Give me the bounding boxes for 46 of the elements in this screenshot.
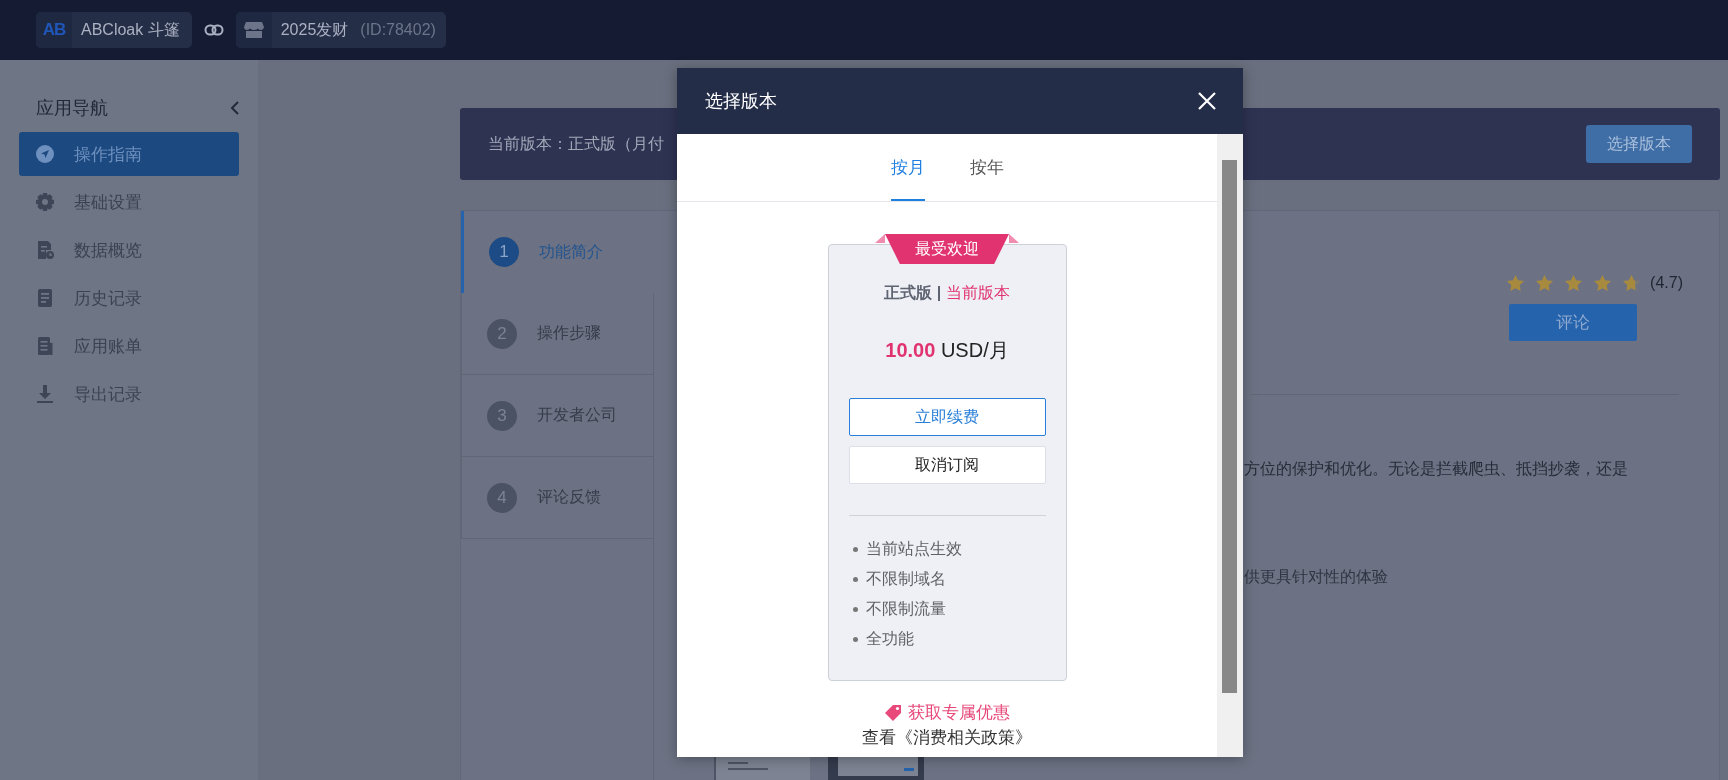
store-icon — [243, 21, 264, 39]
compass-icon — [35, 144, 55, 164]
popular-ribbon: 最受欢迎 — [875, 234, 1019, 264]
description-text: 方位的保护和优化。无论是拦截爬虫、抵挡抄袭，还是 — [1244, 459, 1629, 479]
app-logo: AB — [42, 20, 66, 40]
document-icon — [35, 288, 55, 308]
star-icon — [1507, 275, 1525, 291]
description-text: 供更具针对性的体验 — [1244, 567, 1389, 587]
plan-price: 10.00 USD/月 — [885, 338, 1009, 363]
collapse-icon[interactable] — [230, 100, 240, 116]
rating-value: (4.7) — [1650, 274, 1683, 292]
feature-item: 不限制流量 — [852, 594, 1046, 624]
review-button[interactable]: 评论 — [1509, 304, 1638, 341]
billing-tab[interactable]: 按月 — [890, 134, 925, 201]
star-icon — [1623, 275, 1641, 291]
settings-icon — [35, 192, 55, 212]
modal-title: 选择版本 — [705, 90, 777, 113]
billing-tab[interactable]: 按年 — [969, 134, 1004, 201]
select-version-button[interactable]: 选择版本 — [1586, 125, 1692, 163]
plan-name: 正式版 | 当前版本 — [884, 283, 1010, 303]
star-icon — [1594, 275, 1612, 291]
site-name: 2025发财 — [279, 19, 350, 40]
sidebar-title: 应用导航 — [36, 97, 108, 120]
star-icon — [1536, 275, 1554, 291]
star-icon — [1565, 275, 1583, 291]
cancel-subscription-button[interactable]: 取消订阅 — [848, 446, 1046, 484]
download-icon — [35, 384, 55, 404]
tag-icon — [884, 703, 902, 722]
list-icon — [35, 336, 55, 356]
report-icon — [35, 240, 55, 260]
site-badge[interactable]: 2025发财 (ID:78402) — [235, 12, 446, 48]
app-badge[interactable]: AB ABCloak 斗篷 — [36, 12, 192, 48]
policy-link[interactable]: 查看《消费相关政策》 — [862, 726, 1032, 749]
step-tab[interactable]: 1 功能简介 — [461, 211, 654, 293]
renew-button[interactable]: 立即续费 — [848, 398, 1046, 436]
current-version-text: 当前版本：正式版（月付 — [488, 133, 664, 154]
scrollbar-thumb[interactable] — [1222, 160, 1237, 693]
feature-item: 全功能 — [852, 624, 1046, 654]
app-name: ABCloak 斗篷 — [80, 19, 181, 40]
feature-item: 不限制域名 — [852, 564, 1046, 594]
offer-link[interactable]: 获取专属优惠 — [884, 701, 1010, 724]
site-id: (ID:78402) — [360, 21, 437, 39]
close-icon[interactable] — [1197, 91, 1217, 111]
link-icon[interactable] — [203, 24, 224, 36]
feature-item: 当前站点生效 — [852, 534, 1046, 564]
sidebar-item[interactable]: 操作指南 — [19, 132, 239, 176]
